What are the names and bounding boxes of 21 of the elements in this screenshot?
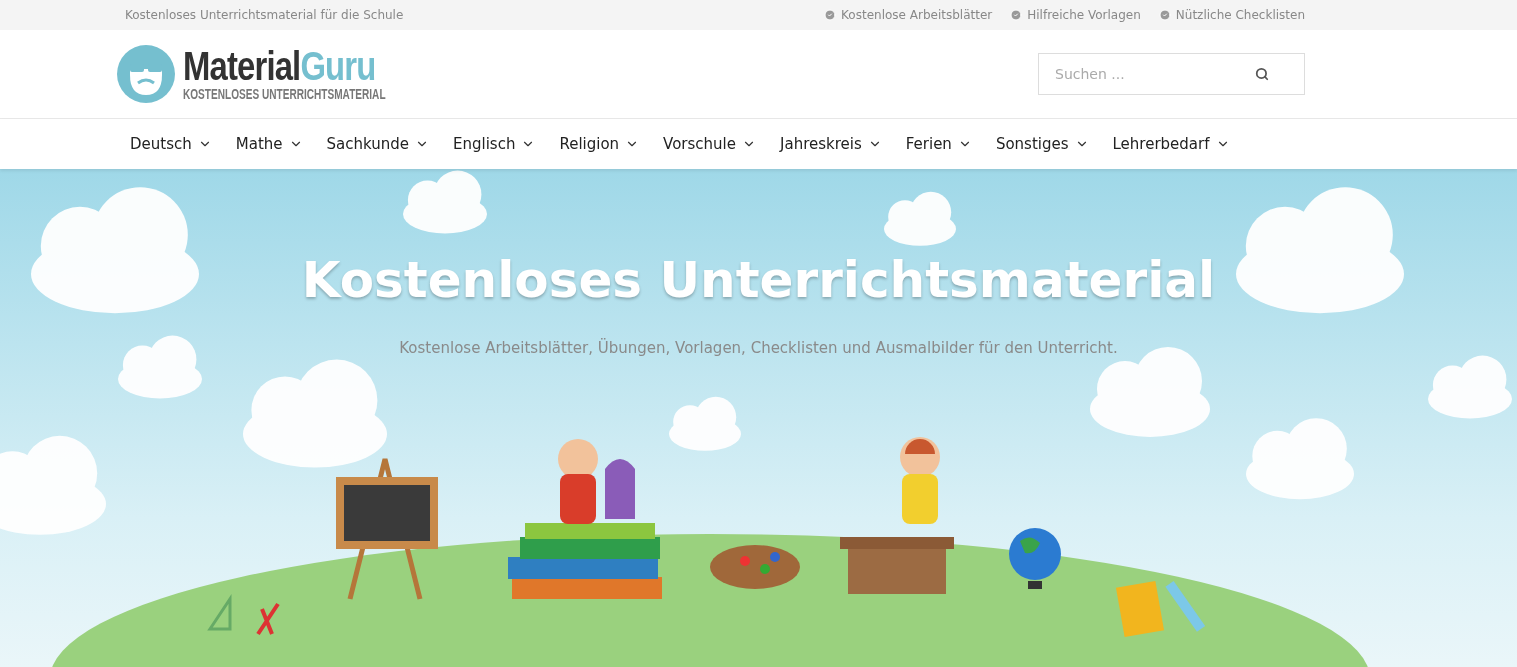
hero-title: Kostenloses Unterrichtsmaterial [301,251,1216,309]
nav-menu-item[interactable]: Englisch [453,135,536,153]
nav-menu-item[interactable]: Lehrerbedarf [1112,135,1230,153]
top-bar-tagline: Kostenloses Unterrichtsmaterial für die Schule [125,8,404,22]
nav-menu-item[interactable]: Ferien [905,135,972,153]
check-icon [1010,9,1023,21]
nav-menu-item[interactable]: Jahreskreis [780,135,882,153]
check-icon [1158,9,1171,21]
hero-subtitle: Kostenlose Arbeitsblätter, Übungen, Vorlagen, Checklisten und Ausmalbilder für den Unterricht. [399,339,1118,357]
search-field[interactable]: Suchen ... [1038,53,1305,95]
search-icon[interactable] [1255,67,1269,81]
nav-menu-item[interactable]: Vorschule [663,135,756,153]
check-icon [824,9,837,21]
nav-menu-item[interactable]: Deutsch [130,135,212,153]
nav-menu-item[interactable]: Sachkunde [326,135,429,153]
logo-wordmark[interactable]: MaterialGuru [183,46,414,86]
nav-menu-item[interactable]: Religion [559,135,640,153]
logo-subtitle: KOSTENLOSES UNTERRICHTSMATERIAL [183,86,386,102]
nav-menu-item[interactable]: Sonstiges [995,135,1089,153]
bearded-face-logo-icon [117,45,175,103]
nav-menu-item[interactable]: Mathe [235,135,303,153]
